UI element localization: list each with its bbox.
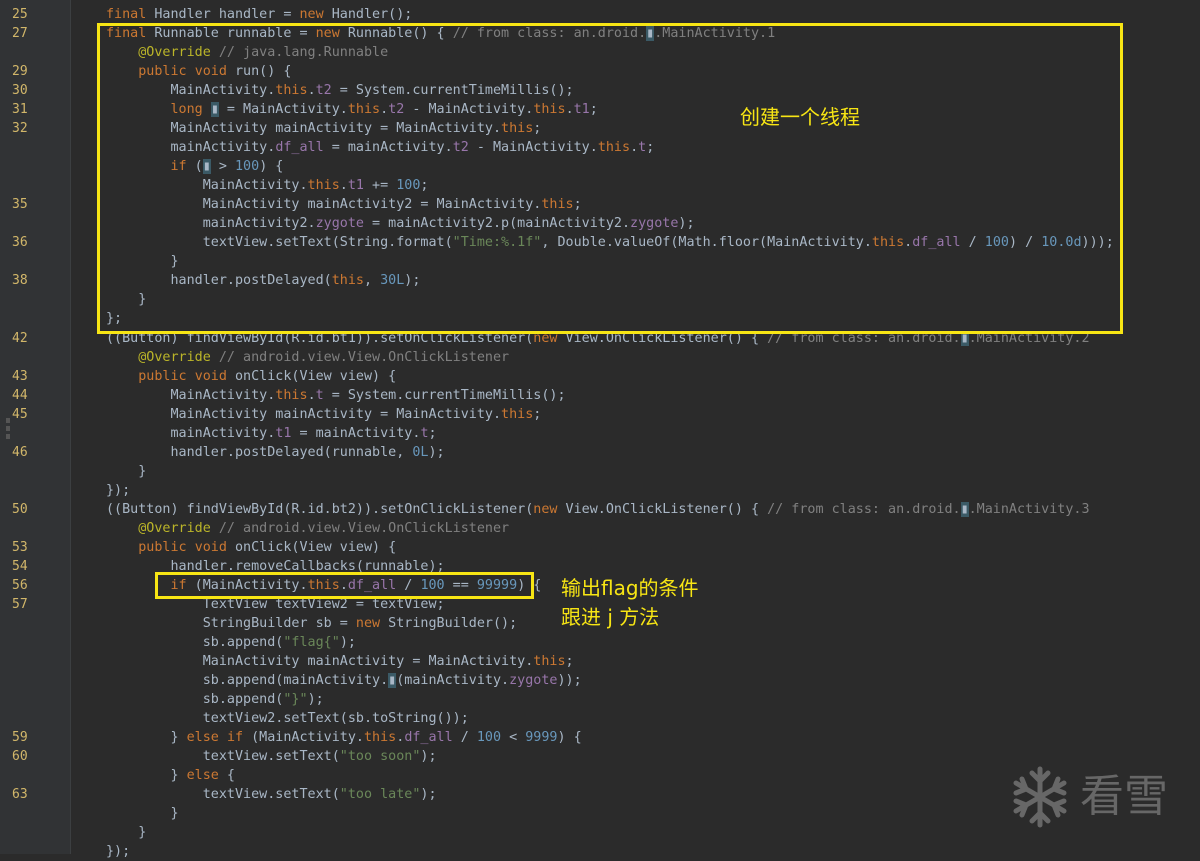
- line-number: 44: [12, 387, 28, 403]
- line-number: 60: [12, 749, 28, 765]
- code-text: }: [106, 825, 147, 841]
- code-text: textView.setText("too soon");: [106, 749, 437, 765]
- line-number: 38: [12, 273, 28, 289]
- code-line: sb.append("}");: [0, 690, 1200, 709]
- code-text: ((Button) findViewById(R.id.bt2)).setOnC…: [106, 501, 1090, 517]
- line-number: 50: [12, 501, 28, 517]
- code-line: MainActivity mainActivity = MainActivity…: [0, 652, 1200, 671]
- code-line: sb.append("flag{");: [0, 633, 1200, 652]
- watermark-text: 看雪: [1080, 771, 1168, 822]
- code-line: 44 MainActivity.this.t = System.currentT…: [0, 386, 1200, 405]
- code-text: final Handler handler = new Handler();: [106, 7, 413, 22]
- code-line: 50 ((Button) findViewById(R.id.bt2)).setO…: [0, 500, 1200, 519]
- code-text: public void onClick(View view) {: [138, 368, 397, 384]
- thread-annotation: 创建一个线程: [740, 105, 860, 129]
- code-text: StringBuilder sb = new StringBuilder();: [106, 615, 518, 631]
- code-text: } else {: [106, 768, 235, 784]
- line-number: 43: [12, 368, 28, 384]
- code-text: sb.append("flag{");: [106, 634, 356, 650]
- code-text: }: [106, 463, 147, 479]
- code-text: });: [106, 844, 131, 860]
- code-line: sb.append(mainActivity.▮(mainActivity.zy…: [0, 671, 1200, 690]
- code-line: mainActivity.t1 = mainActivity.t;: [0, 424, 1200, 443]
- code-line: });: [0, 481, 1200, 500]
- line-number: 36: [12, 235, 28, 251]
- watermark: 看雪: [1010, 765, 1180, 835]
- code-text: mainActivity.t1 = mainActivity.t;: [106, 425, 437, 441]
- code-line: @Override // android.view.View.OnClickLi…: [0, 519, 1200, 538]
- code-text: MainActivity mainActivity = MainActivity…: [106, 406, 542, 422]
- line-number: 32: [12, 121, 28, 137]
- code-text: @Override // android.view.View.OnClickLi…: [138, 520, 510, 536]
- runnable-highlight-box: [97, 23, 1123, 334]
- code-line: });: [0, 842, 1200, 861]
- code-text: public void onClick(View view) {: [138, 539, 397, 555]
- line-number: 59: [12, 730, 28, 746]
- code-text: textView.setText("too late");: [106, 787, 437, 803]
- code-text: MainActivity mainActivity = MainActivity…: [106, 654, 574, 670]
- line-number: 53: [12, 539, 28, 555]
- line-number: 45: [12, 406, 28, 422]
- code-line: @Override // android.view.View.OnClickLi…: [0, 348, 1200, 367]
- code-text: });: [106, 482, 131, 498]
- code-line: 60 textView.setText("too soon");: [0, 747, 1200, 766]
- follow-method-annotation: 跟进 j 方法: [561, 605, 660, 629]
- line-number: 54: [12, 558, 28, 574]
- code-line: 45 MainActivity mainActivity = MainActiv…: [0, 405, 1200, 424]
- line-number: 31: [12, 102, 28, 118]
- code-text: }: [106, 806, 179, 822]
- line-number: 30: [12, 83, 28, 99]
- code-line: 25 final Handler handler = new Handler();: [0, 5, 1200, 24]
- code-text: MainActivity.this.t = System.currentTime…: [106, 387, 566, 403]
- line-number: 35: [12, 197, 28, 213]
- line-number: 56: [12, 577, 28, 593]
- line-number: 57: [12, 596, 28, 612]
- code-text: textView2.setText(sb.toString());: [106, 711, 469, 727]
- code-text: @Override // android.view.View.OnClickLi…: [138, 349, 510, 365]
- code-line: 59 } else if (MainActivity.this.df_all /…: [0, 728, 1200, 747]
- flag-condition-highlight-box: [155, 572, 534, 599]
- line-number: 27: [12, 26, 28, 42]
- code-line: textView2.setText(sb.toString());: [0, 709, 1200, 728]
- snowflake-icon: [1013, 766, 1067, 828]
- line-number: 46: [12, 444, 28, 460]
- line-number: 63: [12, 787, 28, 803]
- code-text: sb.append("}");: [106, 692, 324, 708]
- code-line: 46 handler.postDelayed(runnable, 0L);: [0, 443, 1200, 462]
- code-text: sb.append(mainActivity.▮(mainActivity.zy…: [106, 673, 582, 689]
- code-line: 43 public void onClick(View view) {: [0, 367, 1200, 386]
- line-number: 25: [12, 7, 28, 22]
- code-line: }: [0, 462, 1200, 481]
- line-number: 29: [12, 64, 28, 80]
- flag-condition-annotation: 输出flag的条件: [561, 576, 699, 600]
- code-text: } else if (MainActivity.this.df_all / 10…: [106, 730, 582, 746]
- line-number: 42: [12, 330, 28, 346]
- code-text: handler.postDelayed(runnable, 0L);: [106, 444, 445, 460]
- code-editor[interactable]: 25 final Handler handler = new Handler();…: [0, 0, 1200, 859]
- code-line: 53 public void onClick(View view) {: [0, 538, 1200, 557]
